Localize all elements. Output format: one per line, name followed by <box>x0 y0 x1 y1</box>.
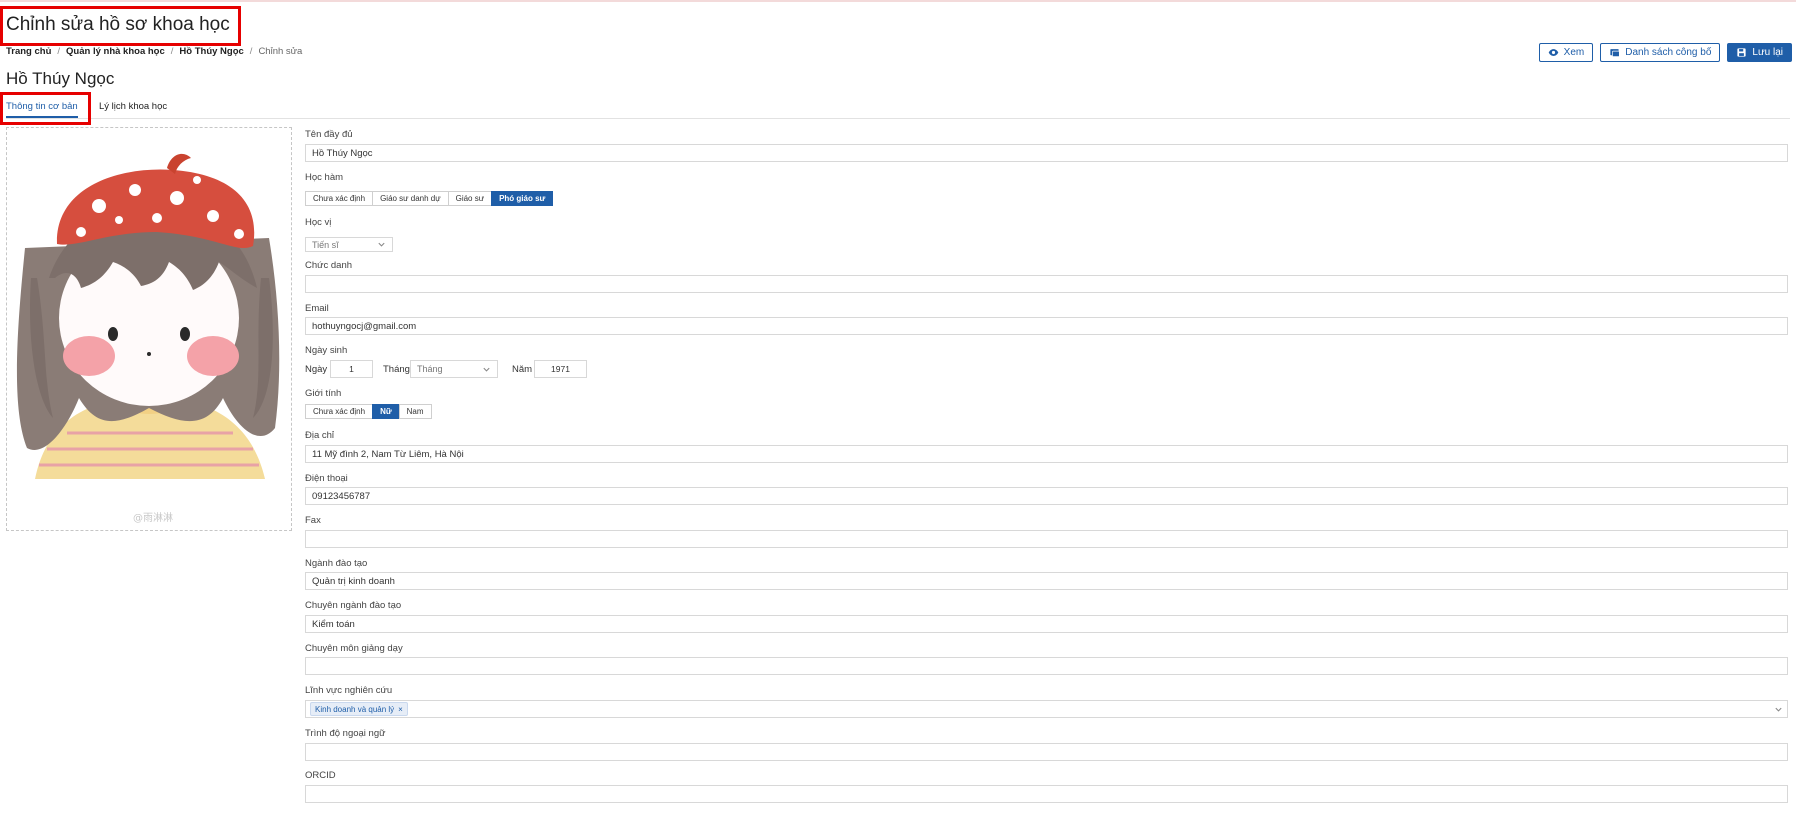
academic-rank-option-undefined[interactable]: Chưa xác định <box>305 191 374 206</box>
address-label: Địa chỉ <box>305 430 335 441</box>
tab-bar: Thông tin cơ bản Lý lịch khoa học <box>6 99 1790 119</box>
avatar-watermark: @雨淋淋 <box>133 511 173 524</box>
research-fields-label: Lĩnh vực nghiên cứu <box>305 685 393 696</box>
address-input[interactable]: 11 Mỹ đình 2, Nam Từ Liêm, Hà Nội <box>305 445 1788 463</box>
breadcrumb-separator: / <box>249 46 253 57</box>
breadcrumb: Trang chủ / Quản lý nhà khoa học / Hồ Thúy N… <box>6 46 302 57</box>
phone-input[interactable]: 09123456787 <box>305 487 1788 505</box>
birthday-month-placeholder: Tháng <box>417 364 443 374</box>
chevron-down-icon <box>1775 707 1782 712</box>
orcid-input[interactable] <box>305 785 1788 803</box>
breadcrumb-current: Chỉnh sửa <box>258 46 303 57</box>
eye-icon <box>1548 49 1558 56</box>
major-input[interactable]: Quản trị kinh doanh <box>305 572 1788 590</box>
specialization-label: Chuyên ngành đào tạo <box>305 600 402 611</box>
language-label: Trình độ ngoại ngữ <box>305 728 386 739</box>
gender-option-female[interactable]: Nữ <box>372 404 400 419</box>
gender-option-undefined[interactable]: Chưa xác định <box>305 404 374 419</box>
academic-rank-selector: Chưa xác định Giáo sư danh dự Giáo sư Ph… <box>305 191 554 206</box>
email-label: Email <box>305 303 329 314</box>
breadcrumb-separator: / <box>57 46 61 57</box>
position-label: Chức danh <box>305 260 353 271</box>
birthday-year-input[interactable]: 1971 <box>534 360 587 378</box>
person-name: Hồ Thúy Ngọc <box>6 69 115 88</box>
birthday-day-label: Ngày <box>305 364 328 375</box>
chevron-down-icon <box>378 242 385 247</box>
degree-select[interactable]: Tiến sĩ <box>305 237 393 252</box>
save-label: Lưu lại <box>1752 47 1783 58</box>
fullname-input[interactable]: Hồ Thúy Ngọc <box>305 144 1788 162</box>
degree-label: Học vị <box>305 217 332 228</box>
save-button[interactable]: Lưu lại <box>1727 43 1792 62</box>
language-input[interactable] <box>305 743 1788 761</box>
fullname-label: Tên đầy đủ <box>305 129 353 140</box>
highlight-box-title <box>0 6 241 46</box>
breadcrumb-home[interactable]: Trang chủ <box>6 46 51 57</box>
gender-option-male[interactable]: Nam <box>398 404 432 419</box>
save-icon <box>1737 48 1747 57</box>
tab-scientific-cv[interactable]: Lý lịch khoa học <box>99 101 167 112</box>
avatar-upload[interactable]: @雨淋淋 <box>6 127 292 531</box>
birthday-month-select[interactable]: Tháng <box>410 360 498 378</box>
teaching-input[interactable] <box>305 657 1788 675</box>
remove-tag-icon[interactable]: × <box>398 705 403 714</box>
avatar-image: @雨淋淋 <box>7 128 291 530</box>
academic-rank-option-professor[interactable]: Giáo sư <box>447 191 493 206</box>
publications-label: Danh sách công bố <box>1625 47 1712 58</box>
toolbar: Xem Danh sách công bố Lưu lại <box>1538 43 1792 62</box>
fax-input[interactable] <box>305 530 1788 548</box>
birthday-day-input[interactable]: 1 <box>330 360 373 378</box>
view-button[interactable]: Xem <box>1538 43 1594 62</box>
highlight-box-tab <box>0 92 91 125</box>
breadcrumb-separator: / <box>170 46 174 57</box>
orcid-label: ORCID <box>305 770 336 781</box>
birthday-year-label: Năm <box>512 364 533 375</box>
phone-label: Điện thoại <box>305 473 348 484</box>
academic-rank-option-honorary-professor[interactable]: Giáo sư danh dự <box>372 191 449 206</box>
birthday-month-label: Tháng <box>383 364 410 375</box>
gender-selector: Chưa xác định Nữ Nam <box>305 404 432 419</box>
scroll-icon <box>1610 49 1620 57</box>
email-input[interactable]: hothuyngocj@gmail.com <box>305 317 1788 335</box>
birthday-label: Ngày sinh <box>305 345 348 356</box>
chevron-down-icon <box>483 367 490 372</box>
fax-label: Fax <box>305 515 321 526</box>
specialization-input[interactable]: Kiểm toán <box>305 615 1788 633</box>
breadcrumb-manage[interactable]: Quản lý nhà khoa học <box>66 46 165 57</box>
teaching-label: Chuyên môn giảng dạy <box>305 643 403 654</box>
publications-button[interactable]: Danh sách công bố <box>1600 43 1721 62</box>
breadcrumb-person[interactable]: Hồ Thúy Ngọc <box>179 46 243 57</box>
research-field-tag-label: Kinh doanh và quản lý <box>315 704 395 714</box>
position-input[interactable] <box>305 275 1788 293</box>
research-fields-select[interactable]: Kinh doanh và quản lý × <box>305 700 1788 718</box>
degree-value: Tiến sĩ <box>312 239 339 250</box>
research-field-tag: Kinh doanh và quản lý × <box>310 702 408 716</box>
academic-rank-option-associate-professor[interactable]: Phó giáo sư <box>491 191 554 206</box>
top-border <box>0 0 1796 2</box>
major-label: Ngành đào tạo <box>305 558 368 569</box>
gender-label: Giới tính <box>305 388 342 399</box>
view-label: Xem <box>1563 47 1585 58</box>
academic-rank-label: Học hàm <box>305 172 344 183</box>
